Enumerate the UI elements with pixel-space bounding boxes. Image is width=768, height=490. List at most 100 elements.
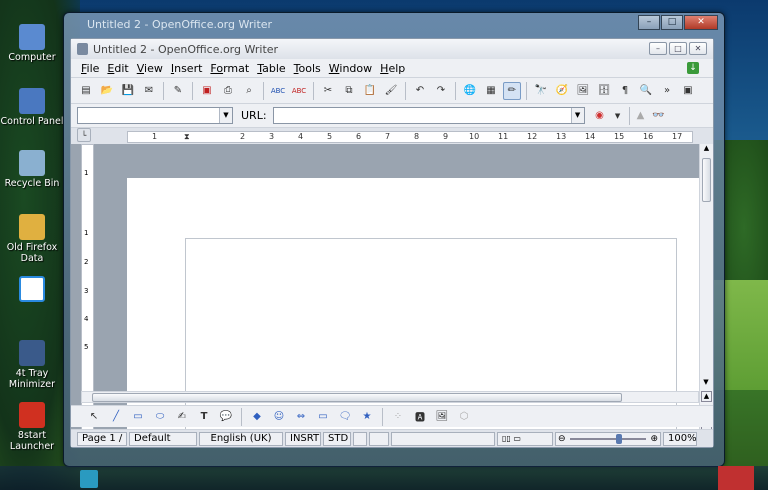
status-insert-mode[interactable]: INSRT xyxy=(285,431,321,446)
usb-icon[interactable] xyxy=(80,470,98,488)
new-document-icon[interactable]: ▤ xyxy=(77,82,95,100)
save-icon[interactable]: 💾 xyxy=(119,82,137,100)
basic-shapes-icon[interactable]: ◆ xyxy=(248,408,266,426)
select-arrow-icon[interactable]: ↖ xyxy=(85,408,103,426)
extrusion-icon[interactable]: ⬡ xyxy=(455,408,473,426)
data-sources-icon[interactable]: 🗄 xyxy=(595,82,613,100)
menu-format[interactable]: Format xyxy=(206,62,253,75)
tray-app-icon[interactable] xyxy=(718,466,754,490)
menu-insert[interactable]: Insert xyxy=(167,62,207,75)
status-page[interactable]: Page 1 / 1 xyxy=(77,431,127,446)
autospellcheck-icon[interactable]: ABC xyxy=(290,82,308,100)
toolbar-overflow-icon[interactable]: » xyxy=(658,82,676,100)
block-arrows-icon[interactable]: ⇔ xyxy=(292,408,310,426)
vertical-ruler[interactable]: 1 1 2 3 4 5 xyxy=(81,144,94,430)
vertical-scrollbar[interactable]: ▲ ▼ ▲ ● ▼ xyxy=(699,144,713,430)
callouts-icon[interactable]: 🗨 xyxy=(336,408,354,426)
scroll-up-icon[interactable]: ▲ xyxy=(700,144,713,156)
callout-icon[interactable]: 💬 xyxy=(217,408,235,426)
status-selection-mode[interactable]: STD xyxy=(323,431,351,446)
rectangle-icon[interactable]: ▭ xyxy=(129,408,147,426)
undo-icon[interactable]: ↶ xyxy=(411,82,429,100)
hyperlink-target-icon[interactable]: ◉ xyxy=(591,107,609,125)
outer-maximize-button[interactable]: □ xyxy=(661,15,683,30)
toolbar-extra-icon[interactable]: ▣ xyxy=(679,82,697,100)
indent-marker-icon[interactable]: ⧗ xyxy=(184,132,190,142)
horizontal-ruler[interactable]: 1 ⧗ 2 3 4 5 6 7 8 9 10 11 12 13 14 15 16… xyxy=(127,131,693,143)
desktop-icon-4t-tray-minimizer[interactable]: 4t Tray Minimizer xyxy=(0,340,64,390)
desktop-icon-recycle-bin[interactable]: Recycle Bin xyxy=(0,150,64,189)
flowchart-icon[interactable]: ▭ xyxy=(314,408,332,426)
print-icon[interactable]: ⎙ xyxy=(219,82,237,100)
maximize-button[interactable]: □ xyxy=(669,42,687,55)
link-name-combo[interactable]: ▼ xyxy=(77,107,233,124)
paste-icon[interactable]: 📋 xyxy=(361,82,379,100)
url-input[interactable]: ▼ xyxy=(272,107,585,124)
chevron-down-icon[interactable]: ▼ xyxy=(570,108,584,123)
vertical-scroll-thumb[interactable] xyxy=(702,158,711,202)
minimize-button[interactable]: – xyxy=(649,42,667,55)
cut-icon[interactable]: ✂ xyxy=(319,82,337,100)
tab-stop-selector-icon[interactable]: └ xyxy=(77,128,91,142)
window-titlebar[interactable]: Untitled 2 - OpenOffice.org Writer – □ ✕ xyxy=(71,39,713,59)
status-zoom[interactable]: 100% xyxy=(663,431,697,446)
menu-view[interactable]: View xyxy=(133,62,167,75)
find-replace-icon[interactable]: 🔭 xyxy=(532,82,550,100)
outer-close-button[interactable]: ✕ xyxy=(684,15,718,30)
scroll-down-icon[interactable]: ▼ xyxy=(700,378,712,386)
desktop-icon-computer[interactable]: Computer xyxy=(0,24,64,63)
desktop-icon-old-firefox-data[interactable]: Old Firefox Data xyxy=(0,214,64,264)
symbol-shapes-icon[interactable]: ☺ xyxy=(270,408,288,426)
status-document-modified[interactable] xyxy=(353,431,367,446)
email-icon[interactable]: ✉ xyxy=(140,82,158,100)
status-language[interactable]: English (UK) xyxy=(199,431,283,446)
spellcheck-icon[interactable]: ABC xyxy=(269,82,287,100)
formatting-marks-icon[interactable]: ¶ xyxy=(616,82,634,100)
close-button[interactable]: ✕ xyxy=(689,42,707,55)
menu-window[interactable]: Window xyxy=(325,62,376,75)
gallery-icon[interactable]: 🖼 xyxy=(574,82,592,100)
zoom-slider-control[interactable]: ⊖ ⊕ xyxy=(555,431,661,446)
ellipse-icon[interactable]: ⬭ xyxy=(151,408,169,426)
fontwork-icon[interactable]: 🅰 xyxy=(411,408,429,426)
zoom-out-icon[interactable]: ⊖ xyxy=(558,433,566,445)
freeform-icon[interactable]: ✍ xyxy=(173,408,191,426)
navigator-icon[interactable]: 🧭 xyxy=(553,82,571,100)
status-page-style[interactable]: Default xyxy=(129,431,197,446)
menu-tools[interactable]: Tools xyxy=(290,62,325,75)
redo-icon[interactable]: ↷ xyxy=(432,82,450,100)
copy-icon[interactable]: ⧉ xyxy=(340,82,358,100)
document-canvas[interactable]: 1 1 2 3 4 5 xyxy=(71,144,699,430)
zoom-slider[interactable] xyxy=(569,433,647,444)
menu-table[interactable]: Table xyxy=(253,62,289,75)
table-icon[interactable]: ▦ xyxy=(482,82,500,100)
zoom-slider-knob[interactable] xyxy=(615,433,622,444)
points-icon[interactable]: ⁘ xyxy=(389,408,407,426)
menu-file[interactable]: File xyxy=(77,62,103,75)
from-file-icon[interactable]: 🖼 xyxy=(433,408,451,426)
stars-icon[interactable]: ★ xyxy=(358,408,376,426)
open-icon[interactable]: 📂 xyxy=(98,82,116,100)
update-download-icon[interactable]: ↓ xyxy=(687,62,699,74)
desktop-icon-8start-launcher[interactable]: 8start Launcher xyxy=(0,402,64,452)
binoculars-icon[interactable]: 👓 xyxy=(650,107,668,125)
up-arrow-icon[interactable]: ▲ xyxy=(632,107,650,125)
print-preview-icon[interactable]: ⌕ xyxy=(240,82,258,100)
menu-edit[interactable]: Edit xyxy=(103,62,132,75)
view-layout-icons[interactable]: ▯▯ ▭ xyxy=(497,431,553,446)
hyperlink-target-dropdown-icon[interactable]: ▼ xyxy=(609,107,627,125)
chevron-down-icon[interactable]: ▼ xyxy=(219,108,232,123)
zoom-in-icon[interactable]: ⊕ xyxy=(650,433,658,445)
previous-page-icon[interactable]: ▲ xyxy=(701,391,712,402)
status-digital-signature[interactable] xyxy=(369,431,389,446)
line-icon[interactable]: ╱ xyxy=(107,408,125,426)
horizontal-scroll-thumb[interactable] xyxy=(92,393,622,402)
edit-file-icon[interactable]: ✎ xyxy=(169,82,187,100)
hyperlink-icon[interactable]: 🌐 xyxy=(461,82,479,100)
horizontal-scrollbar[interactable] xyxy=(81,391,699,403)
outer-minimize-button[interactable]: – xyxy=(638,15,660,30)
desktop-icon-control-panel[interactable]: Control Panel xyxy=(0,88,64,127)
menu-help[interactable]: Help xyxy=(376,62,409,75)
export-pdf-icon[interactable]: ▣ xyxy=(198,82,216,100)
clone-formatting-icon[interactable]: 🖌 xyxy=(382,82,400,100)
